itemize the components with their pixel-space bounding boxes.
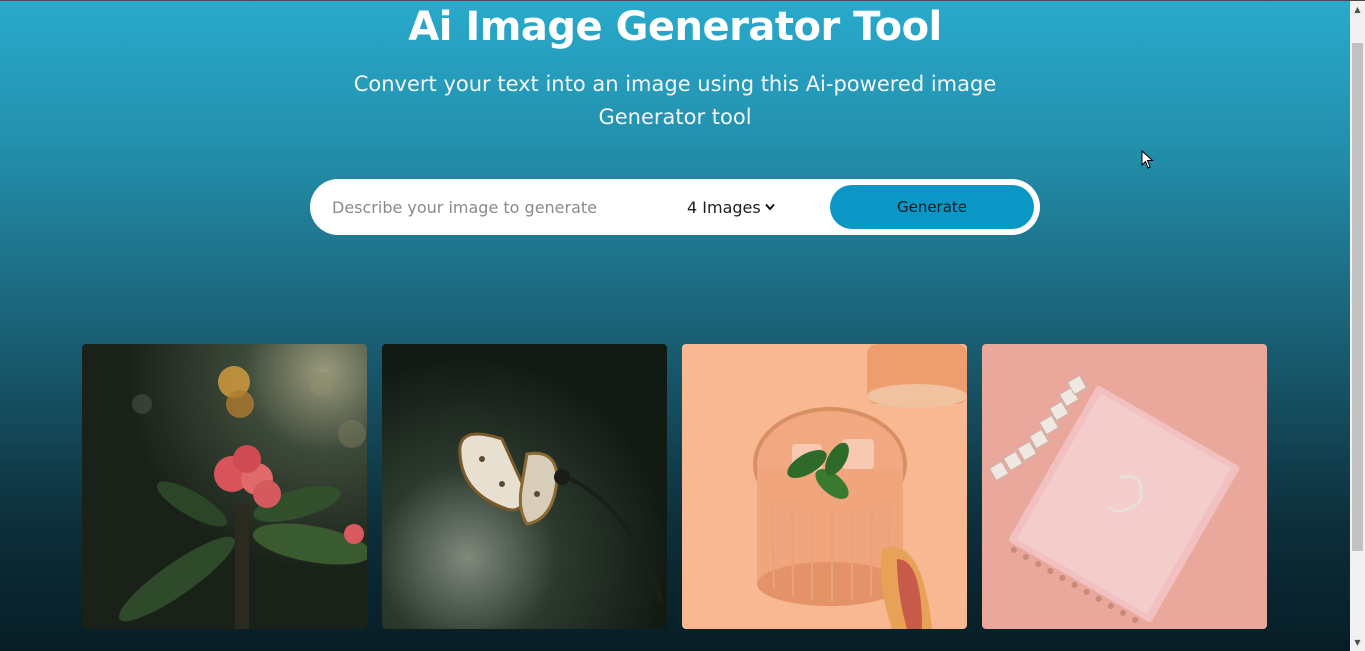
prompt-form: 4 Images Generate: [310, 179, 1040, 235]
vertical-scrollbar[interactable]: ▲ ▼: [1350, 1, 1365, 651]
drink-image: [682, 344, 967, 629]
image-gallery: [82, 344, 1267, 629]
image-count-value: 4 Images: [687, 197, 761, 217]
image-count-select[interactable]: 4 Images: [687, 195, 775, 219]
scrollbar-thumb[interactable]: [1352, 43, 1363, 551]
prompt-input[interactable]: [332, 193, 652, 221]
gallery-image-butterfly[interactable]: [382, 344, 667, 629]
flower-image: [82, 344, 367, 629]
notebook-image: [982, 344, 1267, 629]
chevron-down-icon: [764, 203, 775, 211]
page-subtitle: Convert your text into an image using th…: [353, 72, 997, 129]
scroll-up-arrow-icon[interactable]: ▲: [1350, 1, 1365, 18]
gallery-image-drink[interactable]: [682, 344, 967, 629]
scroll-down-arrow-icon[interactable]: ▼: [1350, 634, 1365, 651]
page-title: Ai Image Generator Tool: [408, 4, 942, 50]
generate-button[interactable]: Generate: [830, 185, 1034, 229]
gallery-image-notebook[interactable]: [982, 344, 1267, 629]
gallery-image-flower[interactable]: [82, 344, 367, 629]
mouse-cursor-icon: [1141, 150, 1154, 169]
window-top-border: [0, 0, 1365, 1]
butterfly-image: [382, 344, 667, 629]
